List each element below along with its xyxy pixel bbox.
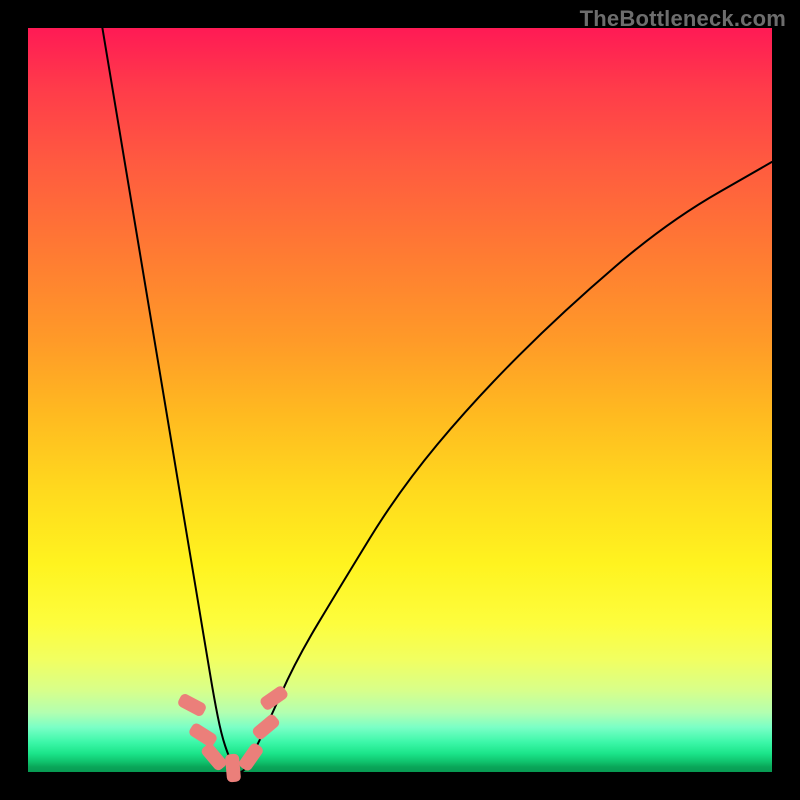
curve-marker — [187, 721, 218, 748]
curve-marker — [258, 684, 289, 712]
curve-markers-group — [28, 28, 772, 772]
curve-marker — [251, 713, 281, 742]
curve-marker — [176, 692, 207, 718]
curve-marker — [237, 742, 265, 773]
plot-area — [28, 28, 772, 772]
curve-marker — [200, 742, 229, 772]
watermark-text: TheBottleneck.com — [580, 6, 786, 32]
chart-frame: TheBottleneck.com — [0, 0, 800, 800]
curve-marker — [224, 754, 240, 783]
